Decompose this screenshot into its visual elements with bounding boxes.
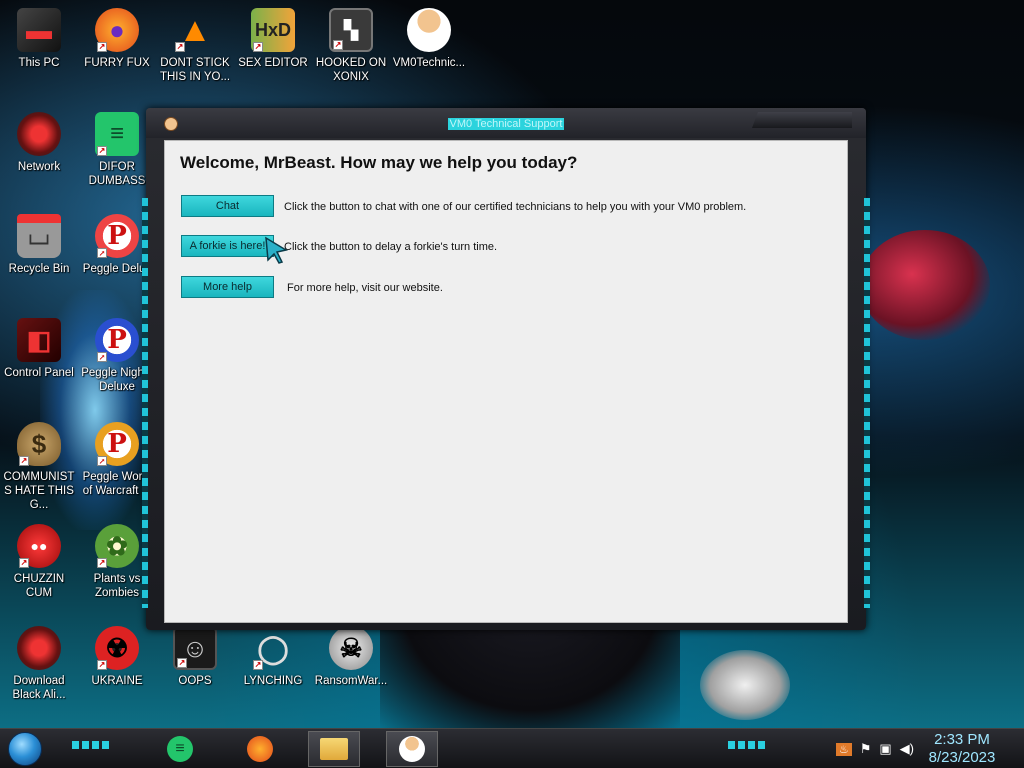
taskbar-notes-button[interactable]: ≡	[154, 731, 206, 767]
radiation-icon: ☢ ↗	[95, 626, 139, 670]
desktop-icon-chuzzin-cum[interactable]: ●● ↗ CHUZZIN CUM	[0, 524, 78, 600]
window-title: VM0 Technical Support	[447, 118, 565, 130]
control-panel-icon: ◧	[17, 318, 61, 362]
desktop-icon-label: VM0Technic...	[392, 57, 466, 69]
peggle-icon: P ↗	[95, 214, 139, 258]
green-notes-icon: ≡	[167, 736, 193, 762]
money-bag-icon: $ ↗	[17, 422, 61, 466]
desktop-icon-this-pc[interactable]: ▬ This PC	[0, 8, 78, 70]
desktop-icon-furry-fux[interactable]: ● ↗ FURRY FUX	[78, 8, 156, 70]
wallpaper-shoe-white	[700, 650, 790, 720]
desktop-icon-ransomware[interactable]: ☠ RansomWar...	[312, 626, 390, 688]
desktop-icon-communists[interactable]: $ ↗ COMMUNISTS HATE THIS G...	[0, 422, 78, 512]
flag-icon[interactable]: ⚑	[860, 741, 872, 757]
desktop-icon-label: UKRAINE	[91, 675, 143, 687]
window-client-area: Welcome, MrBeast. How may we help you to…	[164, 140, 848, 623]
chuzzle-icon: ●● ↗	[17, 524, 61, 568]
desktop-icon-label: HOOKED ON XONIX	[315, 57, 387, 83]
forkie-description: Click the button to delay a forkie's tur…	[284, 241, 498, 253]
taskbar-explorer-button[interactable]	[308, 731, 360, 767]
taskbar-decoration	[728, 741, 768, 749]
taskbar-firefox-button[interactable]	[234, 731, 286, 767]
start-button[interactable]	[8, 732, 42, 766]
desktop-icon-ukraine[interactable]: ☢ ↗ UKRAINE	[78, 626, 156, 688]
desktop-icon-label: CHUZZIN CUM	[13, 573, 65, 599]
xonix-game-icon: ▚ ↗	[329, 8, 373, 52]
chat-description: Click the button to chat with one of our…	[284, 201, 747, 213]
green-notes-icon: ≡ ↗	[95, 112, 139, 156]
clock-time: 2:33 PM	[934, 731, 990, 748]
recycle-bin-icon: ⌴	[17, 214, 61, 258]
desktop-icon-vm0-technical[interactable]: VM0Technic...	[390, 8, 468, 70]
volume-icon[interactable]: ◀)	[900, 741, 914, 757]
desktop-icon-difor-dumbass[interactable]: ≡ ↗ DIFOR DUMBASS	[78, 112, 156, 188]
welcome-heading: Welcome, MrBeast. How may we help you to…	[180, 153, 578, 172]
desktop-icon-control-panel[interactable]: ◧ Control Panel	[0, 318, 78, 380]
hxd-editor-icon: HxD ↗	[251, 8, 295, 52]
vm0-support-window: VM0 Technical Support Welcome, MrBeast. …	[142, 108, 870, 630]
desktop-icon-label: COMMUNISTS HATE THIS G...	[3, 471, 75, 511]
desktop-icon-sex-editor[interactable]: HxD ↗ SEX EDITOR	[234, 8, 312, 70]
window-controls[interactable]	[752, 112, 852, 128]
desktop-icon-label: OOPS	[178, 675, 212, 687]
taskbar-decoration	[72, 741, 112, 749]
noose-icon: ◯ ↗	[253, 632, 289, 670]
vlc-cone-icon: ▲ ↗	[175, 10, 212, 52]
taskbar: ≡ ♨ ⚑ ▣ ◀) 2:33 PM 8/23/2023	[0, 728, 1024, 768]
window-side-decoration	[864, 198, 870, 608]
clock-date: 8/23/2023	[928, 749, 996, 766]
desktop-icon-label: This PC	[18, 57, 60, 69]
network-globe-icon	[17, 112, 61, 156]
desktop-icon-label: DONT STICK THIS IN YO...	[159, 57, 231, 83]
desktop-icon-recycle-bin[interactable]: ⌴ Recycle Bin	[0, 214, 78, 276]
forkie-button[interactable]: A forkie is here!	[181, 235, 274, 257]
firefox-icon: ● ↗	[95, 8, 139, 52]
desktop-icon-label: DIFOR DUMBASS	[88, 161, 146, 187]
system-tray: ♨ ⚑ ▣ ◀)	[835, 740, 914, 758]
window-side-decoration	[142, 198, 148, 608]
network-icon[interactable]: ▣	[879, 741, 891, 757]
firefox-icon	[247, 736, 273, 762]
desktop-icon-network[interactable]: Network	[0, 112, 78, 174]
doctor-icon	[407, 8, 451, 52]
desktop-icon-dont-stick[interactable]: ▲ ↗ DONT STICK THIS IN YO...	[156, 8, 234, 84]
desktop-icon-label: SEX EDITOR	[238, 57, 308, 69]
this-pc-icon: ▬	[17, 8, 61, 52]
desktop-icon-download-black[interactable]: Download Black Ali...	[0, 626, 78, 702]
peggle-nights-icon: P ↗	[95, 318, 139, 362]
desktop-icon-label: FURRY FUX	[84, 57, 150, 69]
taskbar-vm0-button[interactable]	[386, 731, 438, 767]
more-help-description: For more help, visit our website.	[287, 282, 443, 294]
skull-icon: ☠	[329, 626, 373, 670]
desktop-icon-lynching[interactable]: ◯ ↗ LYNCHING	[234, 626, 312, 688]
window-titlebar[interactable]: VM0 Technical Support	[146, 108, 866, 138]
peggle-wow-icon: P ↗	[95, 422, 139, 466]
desktop-icon-label: LYNCHING	[243, 675, 303, 687]
taskbar-clock[interactable]: 2:33 PM 8/23/2023	[922, 731, 1002, 767]
desktop-icon-oops[interactable]: ☺ ↗ OOPS	[156, 626, 234, 688]
desktop-icon-label: Network	[17, 161, 61, 173]
java-icon[interactable]: ♨	[835, 742, 852, 756]
desktop-icon-label: Download Black Ali...	[12, 675, 66, 701]
globe-download-icon	[17, 626, 61, 670]
desktop-icon-label: Control Panel	[4, 367, 74, 379]
wallpaper-shoe	[860, 230, 990, 340]
pvz-icon: ✿ ↗	[95, 524, 139, 568]
file-explorer-icon	[320, 738, 348, 760]
desktop-icon-label: RansomWar...	[314, 675, 388, 687]
desktop-icon-label: Recycle Bin	[8, 263, 70, 275]
mouse-cursor-icon	[265, 236, 288, 264]
doctor-icon	[399, 736, 425, 762]
more-help-button[interactable]: More help	[181, 276, 274, 298]
desktop-icon-hooked-on-xonix[interactable]: ▚ ↗ HOOKED ON XONIX	[312, 8, 390, 84]
oops-app-icon: ☺ ↗	[173, 626, 217, 670]
chat-button[interactable]: Chat	[181, 195, 274, 217]
